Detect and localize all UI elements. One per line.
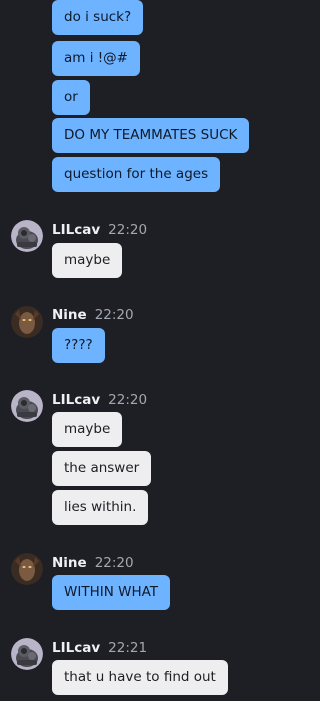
message-bubble: lies within. [52,490,149,525]
message-bubble: the answer [52,451,152,486]
sender-name[interactable]: Nine [52,555,87,571]
avatar-lilcav[interactable] [11,220,43,252]
armored-warrior-avatar-icon [11,638,43,670]
timestamp: 22:21 [108,640,148,656]
avatar-lilcav[interactable] [11,638,43,670]
message-header: Nine 22:20 [52,306,134,324]
avatar-nine[interactable] [11,306,43,338]
dark-face-avatar-icon [11,553,43,585]
sender-name[interactable]: Nine [52,307,87,323]
message-header: LILcav 22:20 [52,221,147,239]
timestamp: 22:20 [94,555,134,571]
message-header: Nine 22:20 [52,554,134,572]
message-bubble: am i !@# [52,41,140,76]
message-bubble: do i suck? [52,0,144,35]
message-bubble: maybe [52,412,123,447]
armored-warrior-avatar-icon [11,220,43,252]
timestamp: 22:20 [108,392,148,408]
message-header: LILcav 22:20 [52,391,147,409]
message-bubble: WITHIN WHAT [52,575,171,610]
message-bubble: maybe [52,243,123,278]
sender-name[interactable]: LILcav [52,392,100,408]
armored-warrior-avatar-icon [11,390,43,422]
message-header: LILcav 22:21 [52,639,147,657]
dark-face-avatar-icon [11,306,43,338]
message-bubble: ???? [52,328,105,363]
message-bubble: that u have to find out [52,660,228,695]
message-bubble: or [52,80,90,115]
avatar-nine[interactable] [11,553,43,585]
avatar-lilcav[interactable] [11,390,43,422]
timestamp: 22:20 [94,307,134,323]
message-bubble: DO MY TEAMMATES SUCK [52,118,250,153]
timestamp: 22:20 [108,222,148,238]
chat-panel: do i suck? am i !@# or DO MY TEAMMATES S… [0,0,257,701]
message-bubble: question for the ages [52,157,221,192]
sender-name[interactable]: LILcav [52,222,100,238]
sender-name[interactable]: LILcav [52,640,100,656]
